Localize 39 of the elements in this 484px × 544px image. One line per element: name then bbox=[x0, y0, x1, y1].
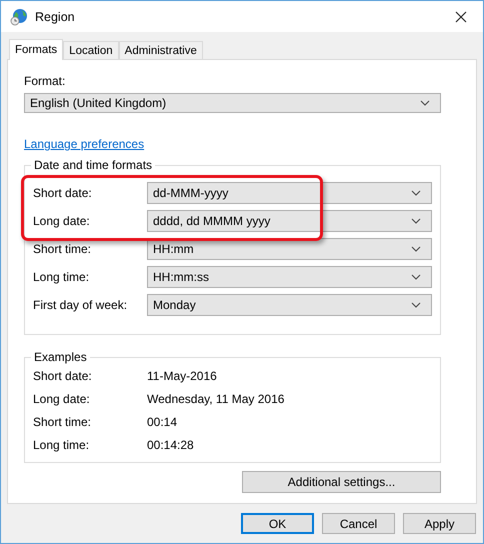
format-dropdown[interactable]: English (United Kingdom) bbox=[24, 93, 441, 113]
close-icon[interactable] bbox=[455, 10, 467, 22]
format-dropdown[interactable]: HH:mm bbox=[147, 238, 432, 260]
format-label: Format: bbox=[24, 74, 66, 88]
example-label: Long date: bbox=[33, 392, 91, 406]
dialog-button[interactable]: Cancel bbox=[322, 513, 395, 534]
globe-clock-icon bbox=[10, 8, 28, 26]
group-title: Date and time formats bbox=[31, 158, 156, 172]
field-label: Short time: bbox=[33, 242, 92, 256]
format-dropdown[interactable]: dddd, dd MMMM yyyy bbox=[147, 210, 432, 232]
field-label: Long date: bbox=[33, 214, 91, 228]
example-value: 11-May-2016 bbox=[147, 369, 217, 383]
additional-settings-button[interactable]: Additional settings... bbox=[242, 471, 441, 493]
field-label: Short date: bbox=[33, 186, 93, 200]
tab[interactable]: Administrative bbox=[118, 41, 203, 59]
caret-icon[interactable] bbox=[411, 246, 421, 252]
example-label: Short date: bbox=[33, 369, 93, 383]
caret-icon[interactable] bbox=[411, 274, 421, 280]
group-title: Examples bbox=[31, 350, 90, 364]
field-label: First day of week: bbox=[33, 298, 128, 312]
caret-icon[interactable] bbox=[411, 218, 421, 224]
example-label: Short time: bbox=[33, 415, 92, 429]
dialog-button[interactable]: Apply bbox=[403, 513, 476, 534]
caret-icon[interactable] bbox=[420, 100, 430, 106]
example-value: 00:14 bbox=[147, 415, 178, 429]
tab[interactable]: Formats bbox=[9, 39, 64, 60]
field-label: Long time: bbox=[33, 270, 90, 284]
tab[interactable]: Location bbox=[63, 41, 119, 59]
example-value: Wednesday, 11 May 2016 bbox=[147, 392, 284, 406]
window-title: Region bbox=[35, 10, 76, 24]
format-dropdown[interactable]: dd-MMM-yyyy bbox=[147, 182, 432, 204]
format-dropdown[interactable]: HH:mm:ss bbox=[147, 266, 432, 288]
dialog-button[interactable]: OK bbox=[241, 513, 314, 534]
format-dropdown[interactable]: Monday bbox=[147, 294, 432, 316]
caret-icon[interactable] bbox=[411, 190, 421, 196]
caret-icon[interactable] bbox=[411, 302, 421, 308]
example-value: 00:14:28 bbox=[147, 438, 194, 452]
example-label: Long time: bbox=[33, 438, 90, 452]
language-preferences-link[interactable]: Language preferences bbox=[24, 137, 144, 151]
